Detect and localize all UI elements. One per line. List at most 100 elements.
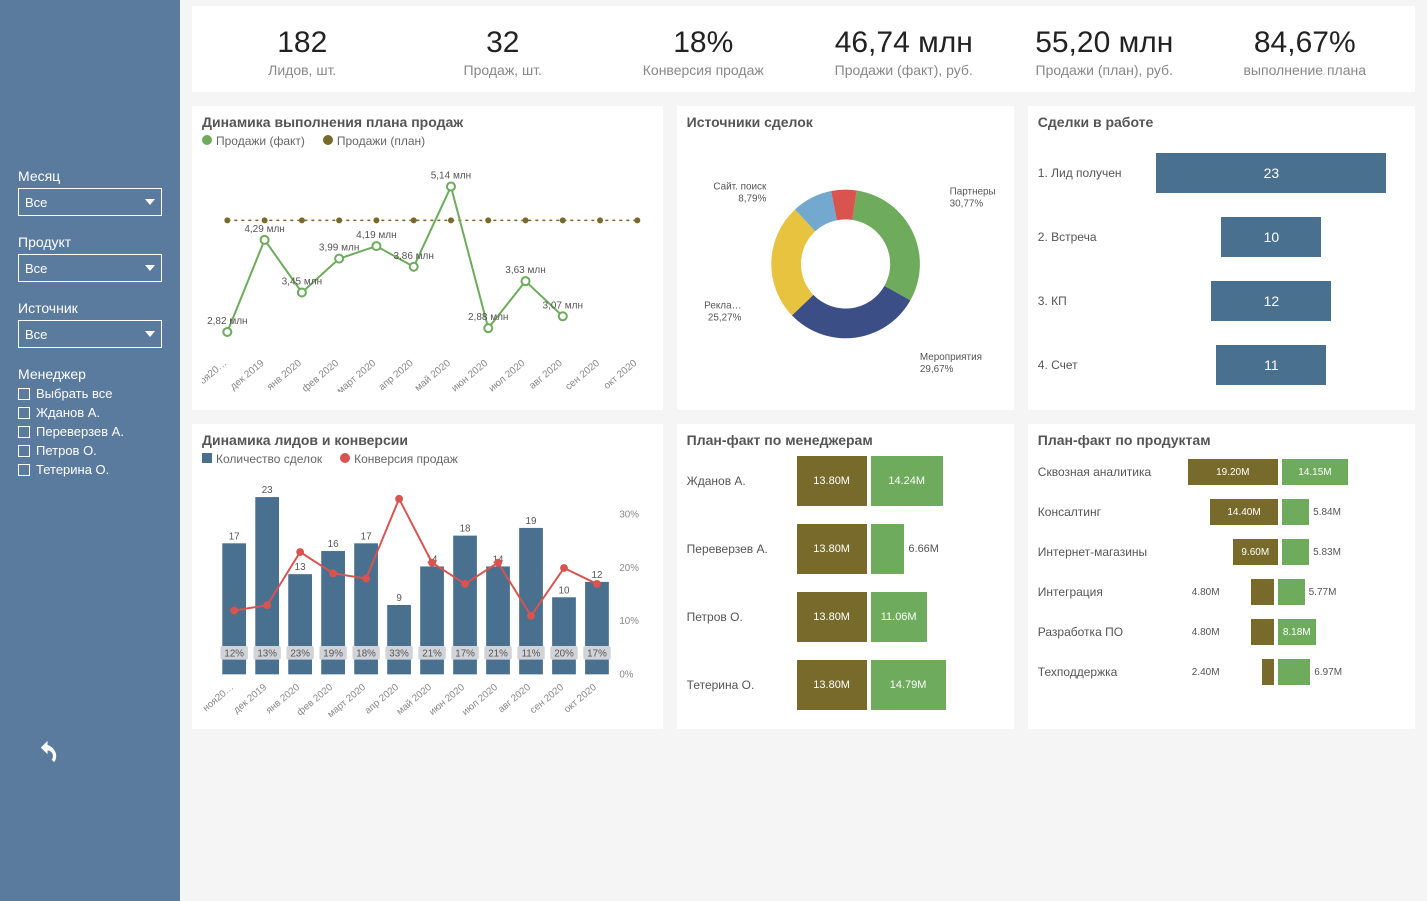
manager-option-label: Петров О. <box>36 443 97 458</box>
manager-select-all[interactable]: Выбрать все <box>18 386 162 401</box>
undo-icon <box>34 740 60 766</box>
kpi-card: 32 Продаж, шт. <box>403 26 604 78</box>
back-button[interactable] <box>34 740 60 771</box>
leads-conv-chart: 1723131617914181419101212%13%23%19%18%33… <box>202 470 653 720</box>
sales-plan-legend: Продажи (факт) Продажи (план) <box>202 134 653 148</box>
svg-text:3,99 млн: 3,99 млн <box>319 243 359 254</box>
svg-text:30%: 30% <box>619 510 639 521</box>
checkbox-icon <box>18 464 30 476</box>
filter-product-dropdown[interactable]: Все <box>18 254 162 282</box>
svg-text:сен 2020: сен 2020 <box>528 682 566 717</box>
kpi-card: 18%Конверсия продаж <box>603 26 804 78</box>
svg-text:16: 16 <box>328 539 339 550</box>
svg-text:Партнеры: Партнеры <box>949 187 995 198</box>
svg-text:апр 2020: апр 2020 <box>377 358 416 392</box>
legend-plan: Продажи (план) <box>337 134 425 148</box>
svg-text:20%: 20% <box>554 649 574 660</box>
kpi-value: 32 <box>403 26 604 60</box>
funnel-stage-label: 4. Счет <box>1038 358 1138 372</box>
manager-option-label: Тетерина О. <box>36 462 109 477</box>
kpi-label: Продажи (факт), руб. <box>804 62 1005 78</box>
pf-plan-bar <box>1262 659 1273 685</box>
pf-product-label: Техподдержка <box>1038 665 1188 679</box>
manager-option[interactable]: Переверзев А. <box>18 424 162 439</box>
filter-source-value: Все <box>25 327 47 342</box>
filter-month-dropdown[interactable]: Все <box>18 188 162 216</box>
pf-product-row: Консалтинг14.40M5.84M <box>1038 492 1405 532</box>
manager-option-label: Жданов А. <box>36 405 100 420</box>
svg-text:2,88 млн: 2,88 млн <box>468 312 508 323</box>
svg-text:33%: 33% <box>389 649 409 660</box>
checkbox-icon <box>18 445 30 457</box>
funnel-stage-bar: 12 <box>1211 281 1331 321</box>
kpi-label: Лидов, шт. <box>202 62 403 78</box>
svg-text:0%: 0% <box>619 669 633 680</box>
pf-plan-value: 2.40M <box>1188 667 1224 678</box>
filter-source-label: Источник <box>18 300 162 316</box>
svg-text:20%: 20% <box>619 563 639 574</box>
svg-text:11%: 11% <box>522 649 541 660</box>
kpi-value: 55,20 млн <box>1004 26 1205 60</box>
filters-sidebar: Месяц Все Продукт Все Источник Все Менед… <box>0 0 180 901</box>
pf-product-label: Сквозная аналитика <box>1038 465 1188 479</box>
pf-product-label: Интернет-магазины <box>1038 545 1188 559</box>
pf-manager-row: Тетерина О.13.80M14.79M <box>687 656 1004 714</box>
panel-pf-managers: План-факт по менеджерам Жданов А.13.80M1… <box>677 424 1014 729</box>
svg-text:3,45 млн: 3,45 млн <box>282 276 322 287</box>
chevron-down-icon <box>145 199 155 205</box>
manager-option-label: Переверзев А. <box>36 424 124 439</box>
svg-text:17: 17 <box>361 531 372 542</box>
svg-text:Рекла…: Рекла… <box>704 301 741 312</box>
funnel-stage-bar: 23 <box>1156 153 1386 193</box>
pf-product-row: Разработка ПО4.80M8.18M <box>1038 612 1405 652</box>
pf-plan-bar: 19.20M <box>1188 459 1278 485</box>
svg-text:фев 2020: фев 2020 <box>300 357 342 392</box>
kpi-value: 182 <box>202 26 403 60</box>
kpi-card: 84,67%выполнение плана <box>1205 26 1406 78</box>
svg-text:17%: 17% <box>587 649 607 660</box>
panel-sales-plan: Динамика выполнения плана продаж Продажи… <box>192 106 663 410</box>
checkbox-icon <box>18 407 30 419</box>
kpi-label: Продаж, шт. <box>403 62 604 78</box>
kpi-label: Конверсия продаж <box>603 62 804 78</box>
sales-plan-chart: 2,82 млн4,29 млн3,45 млн3,99 млн4,19 млн… <box>202 152 653 392</box>
pf-plan-bar: 14.40M <box>1210 499 1278 525</box>
panel-title: Динамика выполнения плана продаж <box>202 114 653 130</box>
panel-title: Динамика лидов и конверсии <box>202 432 653 448</box>
manager-option[interactable]: Жданов А. <box>18 405 162 420</box>
svg-text:дек 2019: дек 2019 <box>231 682 269 716</box>
pf-plan-bar: 13.80M <box>797 660 867 710</box>
svg-text:13: 13 <box>295 562 306 573</box>
manager-option[interactable]: Тетерина О. <box>18 462 162 477</box>
svg-text:авг 2020: авг 2020 <box>527 358 565 392</box>
pf-plan-bar: 9.60M <box>1233 539 1278 565</box>
kpi-value: 84,67% <box>1205 26 1406 60</box>
filter-source-dropdown[interactable]: Все <box>18 320 162 348</box>
svg-text:23: 23 <box>262 485 273 496</box>
pf-fact-bar <box>871 524 905 574</box>
chevron-down-icon <box>145 331 155 337</box>
panel-pf-products: План-факт по продуктам Сквозная аналитик… <box>1028 424 1415 729</box>
panel-title: Сделки в работе <box>1038 114 1405 130</box>
pf-product-row: Интеграция4.80M5.77M <box>1038 572 1405 612</box>
leads-conv-legend: Количество сделок Конверсия продаж <box>202 452 653 466</box>
svg-text:ноя20…: ноя20… <box>202 682 236 714</box>
pf-fact-bar: 11.06M <box>871 592 927 642</box>
svg-text:10%: 10% <box>619 616 639 627</box>
pf-manager-row: Жданов А.13.80M14.24M <box>687 452 1004 510</box>
pf-plan-bar: 13.80M <box>797 456 867 506</box>
panel-title: План-факт по продуктам <box>1038 432 1405 448</box>
manager-option[interactable]: Петров О. <box>18 443 162 458</box>
kpi-label: Продажи (план), руб. <box>1004 62 1205 78</box>
pf-plan-bar <box>1251 579 1274 605</box>
legend-fact: Продажи (факт) <box>216 134 305 148</box>
pf-fact-bar: 14.79M <box>871 660 946 710</box>
svg-text:5,14 млн: 5,14 млн <box>431 171 471 182</box>
kpi-value: 46,74 млн <box>804 26 1005 60</box>
svg-text:3,63 млн: 3,63 млн <box>505 265 545 276</box>
svg-text:12: 12 <box>592 570 603 581</box>
pf-plan-value: 4.80M <box>1188 627 1224 638</box>
pf-fact-bar <box>1278 659 1311 685</box>
filter-month-label: Месяц <box>18 168 162 184</box>
pf-fact-bar: 14.24M <box>871 456 943 506</box>
